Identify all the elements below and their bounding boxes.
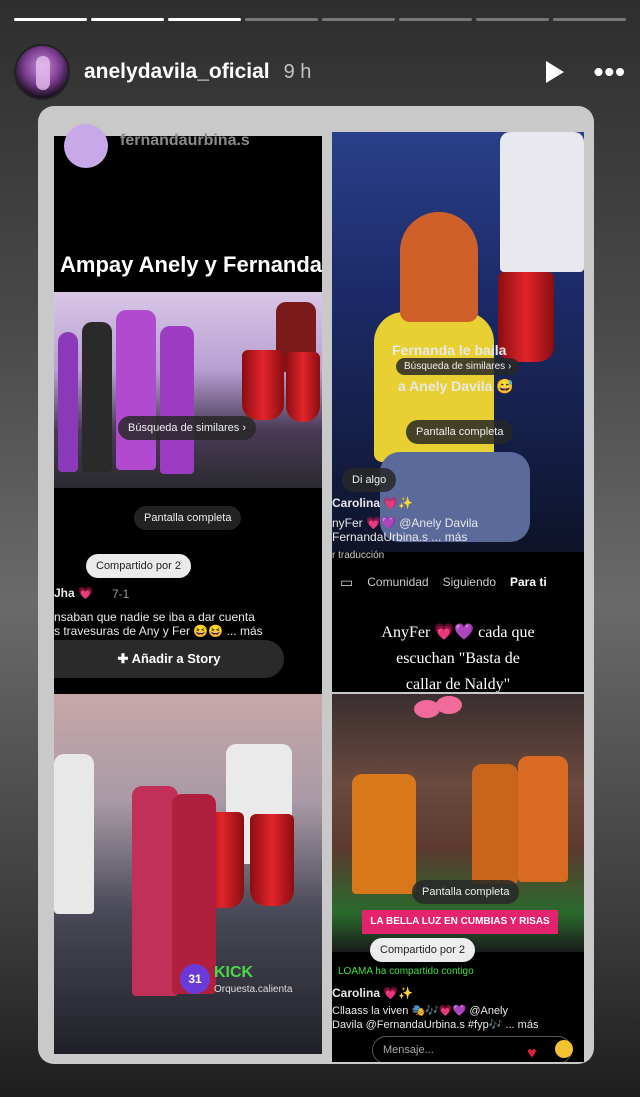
handle-avatar[interactable]: [64, 124, 108, 168]
overlay-line: Fernanda le baila: [392, 342, 507, 358]
tab-para-ti[interactable]: Para ti: [510, 575, 547, 589]
shared-notice: LOAMA ha compartido contigo: [338, 966, 474, 977]
tile-title: Ampay Anely y Fernanda: [60, 252, 323, 277]
caption-line: FernandaUrbina.s ... más: [332, 530, 468, 544]
caption-line: AnyFer 💗💜 cada que: [381, 624, 535, 641]
progress-segment: [322, 18, 395, 21]
comment-line: nsaban que nadie se iba a dar cuenta: [54, 610, 255, 624]
heart-icon[interactable]: ♥: [527, 1041, 537, 1062]
laugh-emoji-icon[interactable]: [555, 1040, 573, 1058]
caption-line: callar de Naldy": [405, 676, 511, 692]
message-input[interactable]: Mensaje... ♥: [372, 1036, 573, 1062]
progress-segment: [476, 18, 549, 21]
progress-segment: [14, 18, 87, 21]
story-progress: [14, 18, 626, 21]
shared-collage: Búsqueda de similares › Pantalla complet…: [38, 106, 594, 1064]
stage-photo[interactable]: Fernanda le baila Búsqueda de similares …: [332, 132, 584, 561]
video-caption: AnyFer 💗💜 cada que escuchan "Basta de ca…: [332, 620, 584, 692]
commenter-name: Carolina 💗✨: [332, 496, 414, 510]
progress-segment: [553, 18, 626, 21]
username[interactable]: anelydavila_oficial: [84, 60, 270, 84]
more-options-icon[interactable]: •••: [594, 58, 626, 86]
progress-segment: [168, 18, 241, 21]
add-to-story-button[interactable]: ✚ Añadir a Story: [54, 640, 284, 678]
handle[interactable]: fernandaurbina.s: [120, 132, 250, 150]
kick-channel: Orquesta.calienta: [214, 984, 293, 995]
shared-by-pill[interactable]: Compartido por 2: [86, 554, 191, 578]
commenter-name: Carolina 💗✨: [332, 986, 414, 1000]
feed-tabs: ▭ Comunidad Siguiendo Para ti: [332, 562, 584, 602]
play-icon[interactable]: [545, 61, 564, 83]
add-story-label: Añadir a Story: [131, 651, 221, 666]
fullscreen-button[interactable]: Pantalla completa: [412, 880, 520, 904]
comment-line: s travesuras de Any y Fer 😆😆 ... más: [54, 624, 263, 638]
header-actions: •••: [545, 58, 626, 86]
comment-meta: 7-1: [112, 587, 130, 601]
stage-photo[interactable]: Pantalla completa LA BELLA LUZ EN CUMBIA…: [332, 694, 584, 962]
live-icon[interactable]: ▭: [340, 574, 353, 591]
avatar[interactable]: [14, 44, 70, 100]
tab-siguiendo[interactable]: Siguiendo: [443, 575, 496, 589]
progress-segment: [245, 18, 318, 21]
fullscreen-button[interactable]: Pantalla completa: [406, 420, 514, 444]
say-something-pill[interactable]: Di algo: [342, 468, 397, 492]
banner: LA BELLA LUZ EN CUMBIAS Y RISAS: [362, 910, 558, 934]
caption-line: Davila @FernandaUrbina.s #fyp🎶 ... más: [332, 1019, 539, 1031]
caption-line: escuchan "Basta de: [396, 650, 520, 667]
tile-top-left: Búsqueda de similares › Pantalla complet…: [54, 124, 323, 694]
search-similar-pill[interactable]: Búsqueda de similares ›: [396, 358, 520, 375]
tile-top-right: Fernanda le baila Búsqueda de similares …: [332, 132, 584, 692]
progress-segment: [399, 18, 472, 21]
progress-segment: [91, 18, 164, 21]
caption-line: Cllaass la viven 🎭🎶💗💜 @Anely: [332, 1005, 508, 1017]
translation-link[interactable]: r traducción: [332, 550, 384, 561]
tab-comunidad[interactable]: Comunidad: [367, 575, 428, 589]
shared-by-pill[interactable]: Compartido por 2: [370, 938, 475, 962]
stage-photo[interactable]: 31 KICK Orquesta.calienta: [54, 694, 322, 1054]
kick-avatar[interactable]: 31: [180, 964, 210, 994]
message-placeholder: Mensaje...: [383, 1044, 434, 1056]
caption-line: nyFer 💗💜 @Anely Davila: [332, 516, 479, 530]
search-similar-pill[interactable]: Búsqueda de similares ›: [118, 416, 257, 440]
story-header: anelydavila_oficial 9 h •••: [14, 42, 626, 102]
tile-bottom-right: Pantalla completa LA BELLA LUZ EN CUMBIA…: [332, 694, 584, 1062]
commenter-name: Jha 💗: [54, 586, 93, 600]
post-time: 9 h: [283, 60, 312, 83]
fullscreen-button[interactable]: Pantalla completa: [134, 506, 242, 530]
overlay-line: a Anely Davila 😅: [398, 378, 514, 394]
kick-label: KICK: [214, 964, 254, 981]
tile-bottom-left: 31 KICK Orquesta.calienta: [54, 694, 322, 1054]
stage-photo[interactable]: Búsqueda de similares ›: [54, 292, 322, 488]
